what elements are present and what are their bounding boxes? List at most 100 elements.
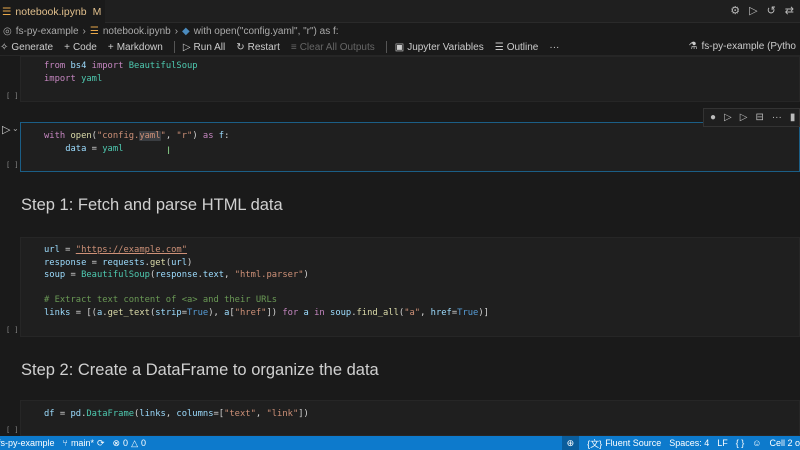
zoom-icon[interactable]: ⊕ [561,436,580,450]
add-markdown-button[interactable]: + Markdown [108,42,163,53]
code-token: , [255,409,267,419]
language-label: Fluent Source [605,438,662,448]
code-line: response = requests.get(url) [44,257,489,270]
generate-button[interactable]: ✧ Generate [0,42,53,53]
run-all-button[interactable]: ▷ Run All [183,42,225,53]
editor-tab[interactable]: ☰ notebook.ipynb M [0,0,105,23]
translate-icon: {文} [587,438,603,449]
generate-label: Generate [11,41,54,53]
cell-code[interactable]: url = "https://example.com" response = re… [44,244,489,320]
code-token: "config. [96,131,140,141]
add-code-button[interactable]: + Code [64,42,97,53]
code-token: in [314,307,331,318]
gear-icon[interactable]: ⚙ [730,4,740,17]
eol-button[interactable]: LF [717,438,728,448]
run-cell-icon[interactable]: ▷ [2,123,10,136]
status-bar: fs-py-example ⑂ main* ⟳ ⊗ 0 △ 0 ⊕ {文} Fluent S… [0,436,800,450]
tab-label: notebook.ipynb [15,5,87,18]
breadcrumb-item[interactable]: notebook.ipynb [103,26,171,37]
problems-button[interactable]: ⊗ 0 △ 0 [113,438,147,449]
code-cell[interactable]: from bs4 import BeautifulSoup import yaml… [6,56,800,102]
breadcrumb-item[interactable]: fs-py-example [16,26,79,37]
code-token: BeautifulSoup [81,270,150,281]
plus-icon: + [64,41,70,53]
code-token: BeautifulSoup [128,61,198,71]
cell-indicator[interactable]: Cell 2 o [769,438,800,448]
code-token: ]) [266,307,283,318]
cell-code[interactable]: with open("config.yaml", "r") as f: data… [44,130,229,155]
markdown-heading[interactable]: Step 2: Create a DataFrame to organize t… [21,361,379,380]
outline-button[interactable]: ☰ Outline [495,42,539,53]
folder-icon: ◎ [3,25,12,37]
more-icon[interactable]: ··· [772,112,782,123]
restart-button[interactable]: ↻ Restart [236,42,280,53]
outline-label: Outline [506,41,539,53]
breadcrumb-item[interactable]: with open("config.yaml", "r") as f: [194,26,339,37]
clear-label: Clear All Outputs [299,41,375,53]
title-actions: ⚙ ▷ ↺ ⇄ [730,4,794,17]
cell-code[interactable]: from bs4 import BeautifulSoup import yaml [44,60,198,85]
code-token: = [65,270,82,281]
jupyter-variables-button[interactable]: ▣ Jupyter Variables [395,42,484,53]
code-token: open [70,131,92,141]
code-token: "a" [404,307,421,318]
code-token: links [44,307,71,318]
run-by-line-icon[interactable]: ● [710,112,716,123]
copilot-icon[interactable]: ☺ [752,438,761,448]
code-token: get [149,257,166,268]
code-token: url [44,245,60,255]
code-token: "r" [176,131,193,141]
clear-all-outputs-button[interactable]: ≡ Clear All Outputs [291,42,375,53]
kernel-label: fs-py-example (Pytho [701,41,796,52]
code-token: strip [155,307,182,318]
kernel-picker[interactable]: ⚗ fs-py-example (Pytho [689,41,796,52]
language-button[interactable]: {文} Fluent Source [587,437,661,450]
code-token: find_all [356,307,399,318]
code-line: data = yaml [44,143,229,156]
code-token: import [91,61,129,71]
delete-icon[interactable]: ▮ [790,112,796,123]
code-token: DataFrame [86,409,135,419]
split-cell-icon[interactable]: ⊟ [755,112,763,123]
code-cell[interactable]: df = pd.DataFrame(links, columns=["text"… [6,400,800,436]
braces-icon[interactable]: { } [736,438,745,448]
code-token: "https://example.com" [75,245,188,255]
branch-button[interactable]: ⑂ main* ⟳ [63,438,105,449]
execute-below-icon[interactable]: ▷ [740,112,748,123]
code-token: : [224,131,230,141]
more-button[interactable]: ··· [549,42,559,53]
code-token: from [44,61,71,71]
compare-icon[interactable]: ⇄ [785,4,794,17]
code-token: "link" [266,409,299,419]
clear-icon: ≡ [290,41,297,53]
run-icon[interactable]: ▷ [749,4,757,17]
variables-icon: ▣ [394,41,405,53]
code-token: yaml [139,131,161,141]
restart-label: Restart [247,41,280,53]
history-icon[interactable]: ↺ [767,4,776,17]
error-icon: ⊗ [112,437,121,448]
indentation-button[interactable]: Spaces: 4 [669,438,709,448]
chevron-down-icon[interactable]: ⌄ [12,124,19,133]
code-line: soup = BeautifulSoup(response.text, "htm… [44,269,489,282]
code-token: , [165,409,177,419]
code-cell-selected[interactable]: with open("config.yaml", "r") as f: data… [6,122,800,172]
cell-code[interactable]: df = pd.DataFrame(links, columns=["text"… [44,408,309,421]
code-token: bs4 [70,61,92,71]
divider [385,41,387,53]
notebook-icon: ☰ [2,5,12,18]
code-token: [( [86,307,97,318]
code-token: text [202,270,225,281]
code-cell[interactable]: url = "https://example.com" response = re… [6,237,800,337]
execute-above-icon[interactable]: ▷ [724,112,732,123]
code-token: True [187,307,209,318]
workspace-folder[interactable]: fs-py-example [0,438,55,448]
code-token: data [65,143,87,154]
markdown-heading[interactable]: Step 1: Fetch and parse HTML data [21,196,283,215]
code-line: links = [(a.get_text(strip=True), a["hre… [44,307,489,320]
code-token: response [155,270,198,281]
code-token: , [224,270,235,281]
plus-icon: + [107,41,114,53]
